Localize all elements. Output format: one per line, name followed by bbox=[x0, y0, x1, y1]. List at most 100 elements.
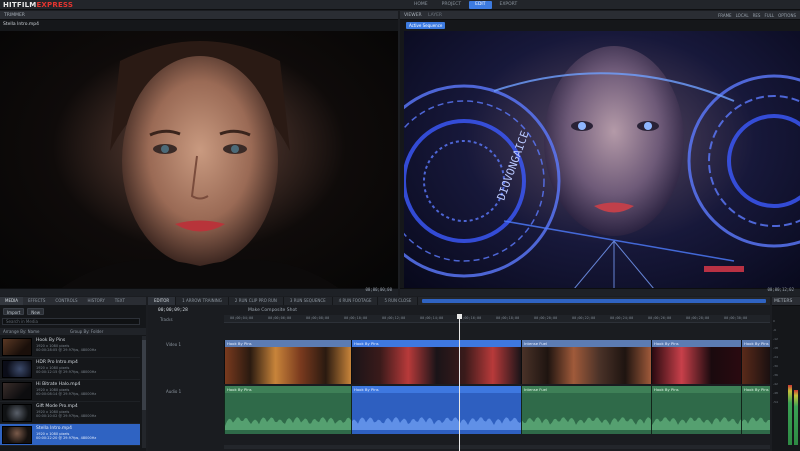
app-logo: HITFILMEXPRESS bbox=[3, 1, 74, 9]
media-item-name: Gift Mode Pro.mp4 bbox=[36, 404, 78, 409]
trimmer-video-frame[interactable] bbox=[0, 31, 398, 289]
video-clip[interactable]: Hook By Pins bbox=[741, 340, 770, 384]
audio-clip[interactable]: Hook By Pins bbox=[651, 386, 741, 434]
ruler-tick-label: 00;00;28;00 bbox=[686, 316, 710, 320]
tab-media[interactable]: MEDIA bbox=[0, 297, 23, 305]
trimmer-controls: 00;00;00;00 bbox=[0, 287, 398, 296]
group-by-dropdown[interactable]: Group By: Folder bbox=[70, 329, 103, 334]
video-clip-label: Hook By Pins bbox=[652, 340, 741, 347]
media-item[interactable]: Hook By Pins 1920 x 1080 pixels 00:00:28… bbox=[0, 336, 140, 358]
tab-history[interactable]: HISTORY bbox=[83, 297, 110, 305]
clip-thumbnails bbox=[225, 347, 351, 384]
trimmer-header: TRIMMER bbox=[0, 11, 398, 20]
new-button[interactable]: New bbox=[27, 307, 45, 315]
local-dropdown[interactable]: LOCAL bbox=[736, 13, 749, 18]
hud-face-image: DIOVONGAICE bbox=[404, 46, 800, 289]
media-search-input[interactable]: Search in Media bbox=[2, 318, 140, 325]
ruler-tick-label: 00;00;24;00 bbox=[610, 316, 634, 320]
audio-clip[interactable]: Hook By Pins bbox=[351, 386, 521, 434]
tab-sequence-1[interactable]: 1 ARROW TRAINING bbox=[176, 297, 229, 305]
editor-tabs: EDITOR 1 ARROW TRAINING 2 RUN CLIP PRO R… bbox=[148, 297, 770, 305]
media-item-selected[interactable]: Stella Intro.mp4 1920 x 1080 pixels 00:0… bbox=[0, 424, 140, 446]
video-track[interactable]: Hook By Pins Hook By Pins Intense Fuel Hook… bbox=[224, 340, 770, 384]
nav-edit[interactable]: EDIT bbox=[469, 1, 492, 9]
import-button[interactable]: Import bbox=[3, 307, 25, 315]
ruler-tick-label: 00;00;26;00 bbox=[648, 316, 672, 320]
playhead-handle[interactable] bbox=[457, 314, 462, 319]
video-clip[interactable]: Hook By Pins bbox=[351, 340, 521, 384]
media-item[interactable]: Gift Mode Pro.mp4 1920 x 1080 pixels 00:… bbox=[0, 402, 140, 424]
res-dropdown[interactable]: RES bbox=[753, 13, 761, 18]
meters-title: METERS bbox=[774, 299, 793, 304]
viewer-header: VIEWER LAYER FRAME LOCAL RES FULL OPTION… bbox=[400, 11, 800, 20]
make-composite-shot-button[interactable]: Make Composite Shot bbox=[248, 308, 297, 313]
audio-waveform bbox=[352, 417, 521, 430]
tab-sequence-5[interactable]: 5 RUN CLOSE bbox=[378, 297, 419, 305]
video-clip[interactable]: Intense Fuel bbox=[521, 340, 651, 384]
ruler-tick-label: 00;00;14;00 bbox=[420, 316, 444, 320]
meter-tick-label: -30 bbox=[773, 364, 778, 368]
media-item-meta: 1920 x 1080 pixels 00:00:28:05 @ 29.97fp… bbox=[36, 344, 97, 352]
nav-export[interactable]: EXPORT bbox=[494, 1, 524, 9]
media-item-name: Hi Bitrate Halo.mp4 bbox=[36, 382, 81, 387]
arrange-by-dropdown[interactable]: Arrange By: Name bbox=[3, 329, 39, 334]
media-thumbnail bbox=[2, 360, 32, 378]
trimmer-title: TRIMMER bbox=[4, 13, 25, 18]
trimmer-panel: TRIMMER Stella Intro.mp4 00;00;00;00 bbox=[0, 11, 398, 296]
clip-thumbnails bbox=[522, 347, 651, 384]
frame-dropdown[interactable]: FRAME bbox=[718, 13, 732, 18]
media-item-name: HDR Pro Intro.mp4 bbox=[36, 360, 78, 365]
top-bar: HITFILMEXPRESS HOME PROJECT EDIT EXPORT bbox=[0, 0, 800, 10]
nav-home[interactable]: HOME bbox=[408, 1, 434, 9]
tab-text[interactable]: TEXT bbox=[110, 297, 130, 305]
editor-tab-scrollbar[interactable] bbox=[422, 299, 766, 303]
audio-clip[interactable]: Intense Fuel bbox=[521, 386, 651, 434]
ruler-tick-label: 00;00;30;00 bbox=[724, 316, 748, 320]
main-nav: HOME PROJECT EDIT EXPORT bbox=[408, 1, 523, 9]
meter-tick-label: -12 bbox=[773, 337, 778, 341]
media-tabs: MEDIA EFFECTS CONTROLS HISTORY TEXT bbox=[0, 297, 146, 305]
audio-clip-label: Intense Fuel bbox=[522, 386, 651, 393]
ruler-tick-label: 00;00;22;00 bbox=[572, 316, 596, 320]
tab-controls[interactable]: CONTROLS bbox=[50, 297, 82, 305]
audio-clip-label: Hook By Pins bbox=[225, 386, 351, 393]
ruler-tick-label: 00;00;10;00 bbox=[344, 316, 368, 320]
meter-tick-label: -36 bbox=[773, 373, 778, 377]
audio-clip[interactable]: Hook By Pins bbox=[741, 386, 770, 434]
ruler-tick-label: 00;00;20;00 bbox=[534, 316, 558, 320]
audio-waveform bbox=[742, 417, 770, 430]
viewer-panel: VIEWER LAYER FRAME LOCAL RES FULL OPTION… bbox=[400, 11, 800, 296]
audio-clip[interactable]: Hook By Pins bbox=[224, 386, 351, 434]
viewer-tab[interactable]: VIEWER bbox=[404, 13, 422, 18]
video-clip-label: Hook By Pins bbox=[225, 340, 351, 347]
layer-tab[interactable]: LAYER bbox=[428, 13, 442, 18]
tab-editor[interactable]: EDITOR bbox=[148, 297, 177, 305]
timeline-ruler[interactable]: 00;00;04;00 00;00;06;00 00;00;08;00 00;00;1… bbox=[224, 315, 770, 323]
audio-track[interactable]: Hook By Pins Hook By Pins Intense Fuel Hook… bbox=[224, 386, 770, 434]
trimmer-timecode: 00;00;00;00 bbox=[365, 287, 393, 292]
video-clip[interactable]: Hook By Pins bbox=[224, 340, 351, 384]
editor-timecode[interactable]: 00;00;09;28 bbox=[158, 308, 188, 313]
media-scrollbar[interactable] bbox=[142, 336, 146, 448]
audio-waveform bbox=[652, 417, 741, 430]
ruler-tick-label: 00;00;06;00 bbox=[268, 316, 292, 320]
tab-sequence-4[interactable]: 4 RUN FOOTAGE bbox=[333, 297, 379, 305]
media-panel: MEDIA EFFECTS CONTROLS HISTORY TEXT Impo… bbox=[0, 297, 146, 451]
trimmer-file-name: Stella Intro.mp4 bbox=[3, 22, 39, 27]
viewer-controls: 00;00;12;02 bbox=[400, 287, 800, 296]
nav-project[interactable]: PROJECT bbox=[436, 1, 467, 9]
tab-sequence-3[interactable]: 3 RUN SEQUENCE bbox=[284, 297, 333, 305]
timeline-scrollbar[interactable] bbox=[224, 445, 770, 449]
viewer-video-frame[interactable]: DIOVONGAICE bbox=[404, 31, 800, 289]
video-clip[interactable]: Hook By Pins bbox=[651, 340, 741, 384]
media-item[interactable]: Hi Bitrate Halo.mp4 1920 x 1080 pixels 0… bbox=[0, 380, 140, 402]
tab-sequence-2[interactable]: 2 RUN CLIP PRO RUN bbox=[229, 297, 284, 305]
full-dropdown[interactable]: FULL bbox=[764, 13, 774, 18]
options-dropdown[interactable]: OPTIONS bbox=[778, 13, 796, 18]
playhead[interactable] bbox=[459, 314, 460, 451]
media-scroll-thumb[interactable] bbox=[142, 340, 146, 410]
tab-effects[interactable]: EFFECTS bbox=[23, 297, 50, 305]
media-item[interactable]: HDR Pro Intro.mp4 1920 x 1080 pixels 00:… bbox=[0, 358, 140, 380]
audio-clip-label: Hook By Pins bbox=[352, 386, 521, 393]
media-thumbnail bbox=[2, 382, 32, 400]
